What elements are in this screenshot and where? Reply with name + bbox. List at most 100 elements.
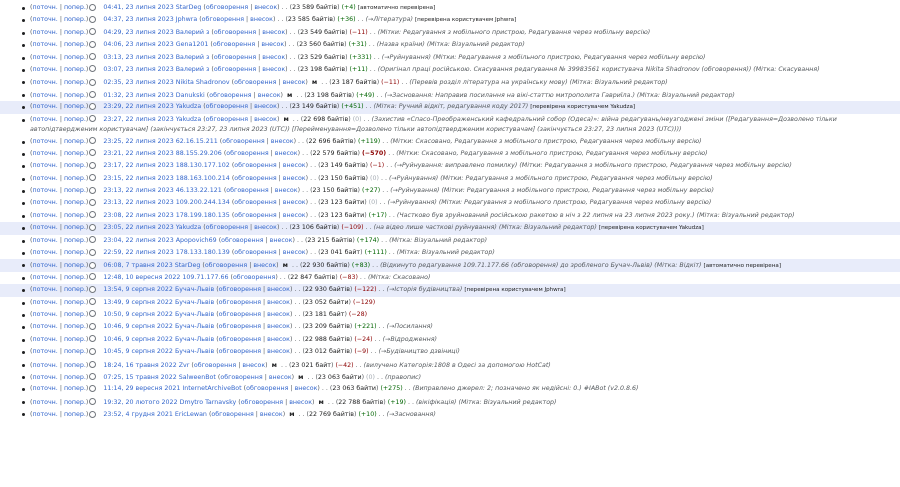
talk-link[interactable]: обговорення xyxy=(246,385,288,392)
prev-link[interactable]: попер. xyxy=(64,262,86,269)
compare-radio[interactable] xyxy=(89,149,97,157)
revision-date-link[interactable]: 23:04, 22 липня 2023 xyxy=(103,237,173,244)
compare-radio[interactable] xyxy=(89,91,97,99)
revision-date-link[interactable]: 23:05, 22 липня 2023 xyxy=(103,224,173,231)
contribs-link[interactable]: внесок xyxy=(270,237,293,244)
user-link[interactable]: Gena1201 xyxy=(176,41,209,48)
user-link[interactable]: Бучач-Львів xyxy=(175,286,214,293)
talk-link[interactable]: обговорення xyxy=(214,54,256,61)
cur-link[interactable]: поточн. xyxy=(32,237,57,244)
cur-link[interactable]: поточн. xyxy=(32,92,57,99)
prev-link[interactable]: попер. xyxy=(64,212,86,219)
prev-link[interactable]: попер. xyxy=(64,187,86,194)
prev-link[interactable]: попер. xyxy=(64,224,86,231)
revision-date-link[interactable]: 06:08, 7 травня 2023 xyxy=(103,262,172,269)
talk-link[interactable]: обговорення xyxy=(234,79,276,86)
user-link[interactable]: Yakudza xyxy=(176,224,201,231)
contribs-link[interactable]: внесок xyxy=(295,385,318,392)
user-link[interactable]: 109.71.177.66 xyxy=(182,274,228,281)
compare-radio[interactable] xyxy=(89,236,97,244)
prev-link[interactable]: попер. xyxy=(64,16,86,23)
contribs-link[interactable]: внесок xyxy=(283,212,306,219)
revision-date-link[interactable]: 04:37, 23 липня 2023 xyxy=(103,16,173,23)
revision-date-link[interactable]: 23:13, 22 липня 2023 xyxy=(103,187,173,194)
prev-link[interactable]: попер. xyxy=(64,199,86,206)
cur-link[interactable]: поточн. xyxy=(32,411,57,418)
contribs-link[interactable]: внесок xyxy=(262,54,285,61)
contribs-link[interactable]: внесок xyxy=(261,41,284,48)
compare-radio[interactable] xyxy=(89,78,97,86)
prev-link[interactable]: попер. xyxy=(64,362,86,369)
cur-link[interactable]: поточн. xyxy=(32,16,57,23)
revision-date-link[interactable]: 03:13, 23 липня 2023 xyxy=(103,54,173,61)
user-link[interactable]: Danukski xyxy=(176,92,205,99)
cur-link[interactable]: поточн. xyxy=(32,187,57,194)
compare-radio[interactable] xyxy=(89,322,97,330)
cur-link[interactable]: поточн. xyxy=(32,199,57,206)
cur-link[interactable]: поточн. xyxy=(32,299,57,306)
compare-radio[interactable] xyxy=(89,137,97,145)
talk-link[interactable]: обговорення xyxy=(194,362,236,369)
compare-radio[interactable] xyxy=(89,285,97,293)
user-link[interactable]: 178.199.180.135 xyxy=(176,212,230,219)
contribs-link[interactable]: внесок xyxy=(289,399,312,406)
talk-link[interactable]: обговорення xyxy=(234,212,276,219)
talk-link[interactable]: обговорення xyxy=(226,150,268,157)
compare-radio[interactable] xyxy=(89,298,97,306)
cur-link[interactable]: поточн. xyxy=(32,374,57,381)
compare-radio[interactable] xyxy=(89,384,97,392)
cur-link[interactable]: поточн. xyxy=(32,162,57,169)
contribs-link[interactable]: внесок xyxy=(283,79,306,86)
cur-link[interactable]: поточн. xyxy=(32,66,57,73)
compare-radio[interactable] xyxy=(89,335,97,343)
prev-link[interactable]: попер. xyxy=(64,162,86,169)
user-link[interactable]: Apopovich69 xyxy=(176,237,217,244)
compare-radio[interactable] xyxy=(89,410,97,418)
user-link[interactable]: Nikita Shadronov xyxy=(176,79,230,86)
talk-link[interactable]: обговорення xyxy=(234,162,276,169)
contribs-link[interactable]: внесок xyxy=(267,336,290,343)
user-link[interactable]: 88.155.29.206 xyxy=(176,150,222,157)
talk-link[interactable]: обговорення xyxy=(211,411,253,418)
revision-date-link[interactable]: 04:06, 23 липня 2023 xyxy=(103,41,173,48)
contribs-link[interactable]: внесок xyxy=(275,150,298,157)
prev-link[interactable]: попер. xyxy=(64,79,86,86)
cur-link[interactable]: поточн. xyxy=(32,286,57,293)
cur-link[interactable]: поточн. xyxy=(32,348,57,355)
user-link[interactable]: 178.133.180.139 xyxy=(176,249,230,256)
talk-link[interactable]: обговорення xyxy=(241,399,283,406)
contribs-link[interactable]: внесок xyxy=(258,92,281,99)
revision-date-link[interactable]: 23:21, 22 липня 2023 xyxy=(103,150,173,157)
contribs-link[interactable]: внесок xyxy=(260,411,283,418)
compare-radio[interactable] xyxy=(89,198,97,206)
cur-link[interactable]: поточн. xyxy=(32,336,57,343)
prev-link[interactable]: попер. xyxy=(64,116,86,123)
cur-link[interactable]: поточн. xyxy=(32,150,57,157)
revision-date-link[interactable]: 02:35, 23 липня 2023 xyxy=(103,79,173,86)
contribs-link[interactable]: внесок xyxy=(283,175,306,182)
user-link[interactable]: 62.16.15.211 xyxy=(176,138,218,145)
talk-link[interactable]: обговорення xyxy=(219,336,261,343)
prev-link[interactable]: попер. xyxy=(64,92,86,99)
revision-date-link[interactable]: 04:41, 23 липня 2023 xyxy=(103,4,173,11)
compare-radio[interactable] xyxy=(89,65,97,73)
revision-date-link[interactable]: 10:45, 9 серпня 2022 xyxy=(103,348,173,355)
prev-link[interactable]: попер. xyxy=(64,399,86,406)
user-link[interactable]: Валерий з xyxy=(176,66,210,73)
user-link[interactable]: Yakudza xyxy=(176,116,201,123)
compare-radio[interactable] xyxy=(89,102,97,110)
contribs-link[interactable]: внесок xyxy=(271,138,294,145)
prev-link[interactable]: попер. xyxy=(64,274,86,281)
cur-link[interactable]: поточн. xyxy=(32,311,57,318)
user-link[interactable]: Jphwra xyxy=(176,16,197,23)
prev-link[interactable]: попер. xyxy=(64,299,86,306)
compare-radio[interactable] xyxy=(89,186,97,194)
contribs-link[interactable]: внесок xyxy=(262,66,285,73)
talk-link[interactable]: обговорення xyxy=(219,311,261,318)
compare-radio[interactable] xyxy=(89,373,97,381)
prev-link[interactable]: попер. xyxy=(64,103,86,110)
revision-date-link[interactable]: 04:29, 23 липня 2023 xyxy=(103,29,173,36)
cur-link[interactable]: поточн. xyxy=(32,212,57,219)
talk-link[interactable]: обговорення xyxy=(221,237,263,244)
contribs-link[interactable]: внесок xyxy=(267,299,290,306)
